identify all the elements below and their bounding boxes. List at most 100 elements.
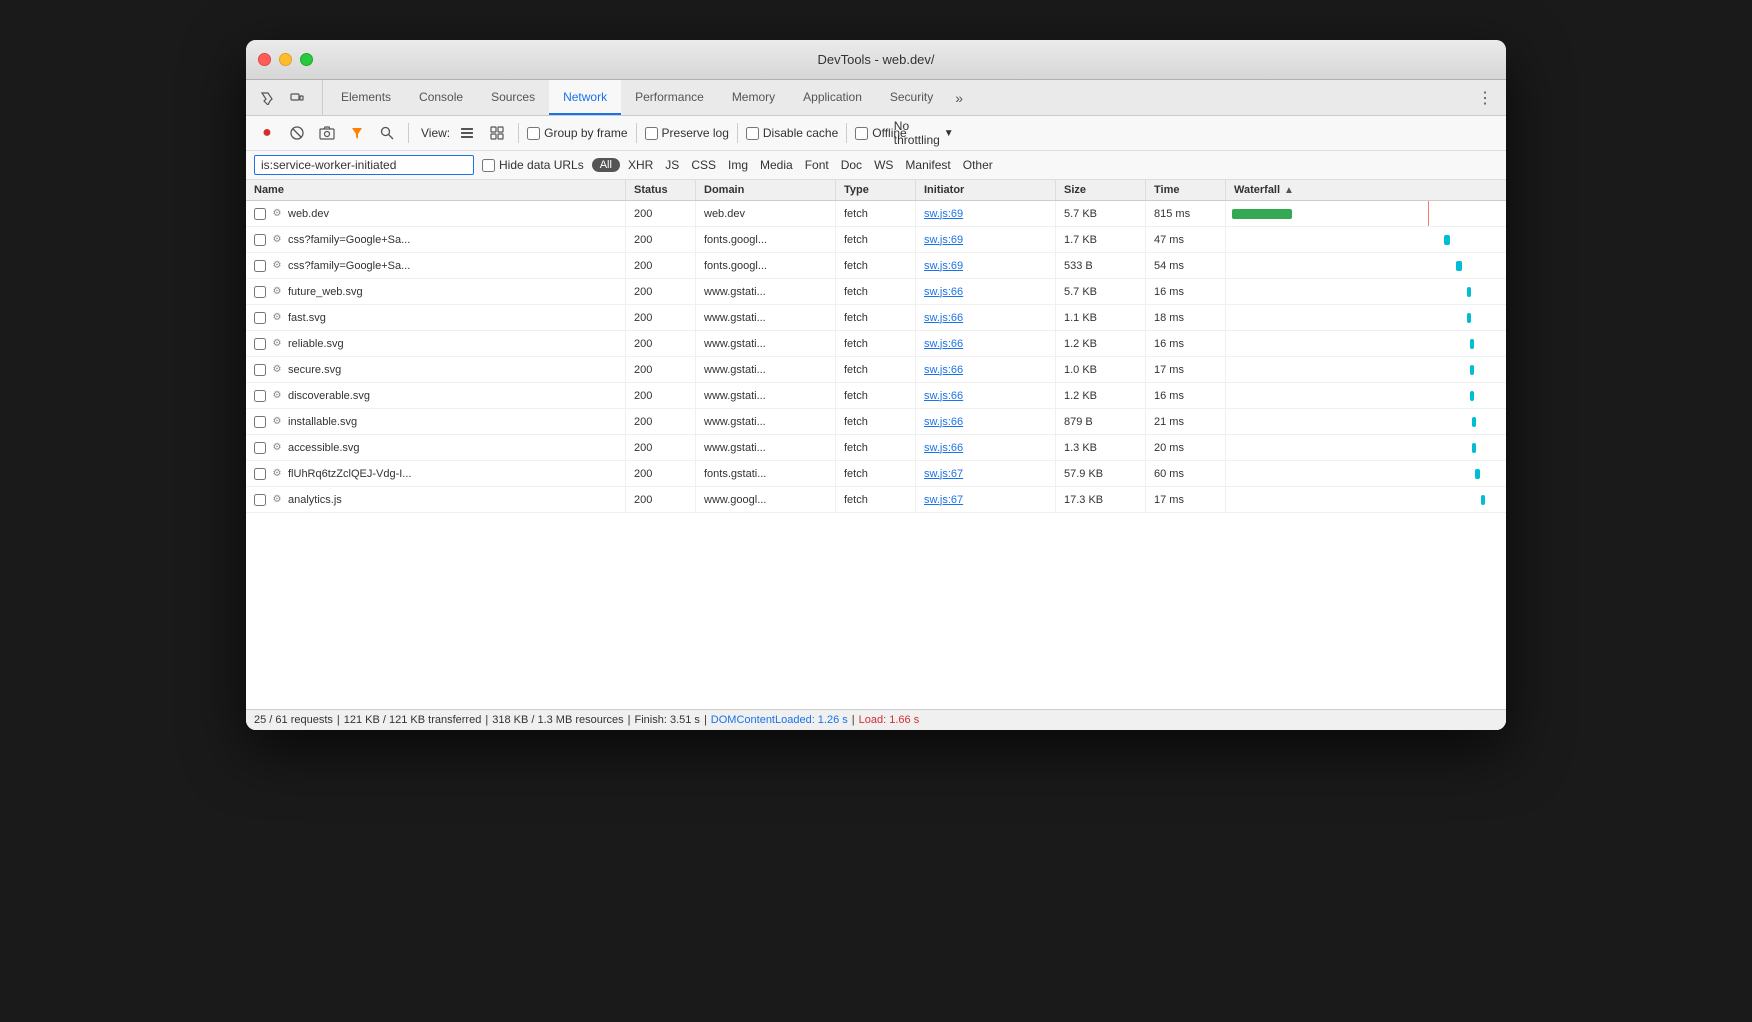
table-row[interactable]: ⚙ flUhRq6tzZclQEJ-Vdg-I... 200fonts.gsta…	[246, 461, 1506, 487]
filter-doc[interactable]: Doc	[837, 156, 866, 174]
cell-initiator[interactable]: sw.js:69	[916, 227, 1056, 252]
screenshot-button[interactable]	[314, 120, 340, 146]
record-button[interactable]: ●	[254, 120, 280, 146]
initiator-link[interactable]: sw.js:66	[924, 312, 963, 324]
disable-cache-checkbox[interactable]	[746, 127, 759, 140]
th-size[interactable]: Size	[1056, 180, 1146, 200]
close-button[interactable]	[258, 53, 271, 66]
tab-security[interactable]: Security	[876, 80, 947, 115]
table-row[interactable]: ⚙ secure.svg 200www.gstati...fetchsw.js:…	[246, 357, 1506, 383]
tab-sources[interactable]: Sources	[477, 80, 549, 115]
th-domain[interactable]: Domain	[696, 180, 836, 200]
filter-button[interactable]	[344, 120, 370, 146]
devtools-menu-button[interactable]: ⋮	[1472, 85, 1498, 111]
list-view-button[interactable]	[454, 120, 480, 146]
table-row[interactable]: ⚙ web.dev 200web.devfetchsw.js:695.7 KB8…	[246, 201, 1506, 227]
device-icon[interactable]	[284, 85, 310, 111]
table-row[interactable]: ⚙ installable.svg 200www.gstati...fetchs…	[246, 409, 1506, 435]
initiator-link[interactable]: sw.js:66	[924, 442, 963, 454]
filter-all[interactable]: All	[592, 158, 620, 172]
row-checkbox[interactable]	[254, 364, 266, 376]
preserve-log-toggle[interactable]: Preserve log	[645, 126, 729, 140]
filter-css[interactable]: CSS	[687, 156, 720, 174]
tab-application[interactable]: Application	[789, 80, 876, 115]
group-by-frame-toggle[interactable]: Group by frame	[527, 126, 627, 140]
row-checkbox[interactable]	[254, 416, 266, 428]
row-checkbox[interactable]	[254, 338, 266, 350]
hide-data-urls-toggle[interactable]: Hide data URLs	[482, 158, 584, 172]
filter-img[interactable]: Img	[724, 156, 752, 174]
minimize-button[interactable]	[279, 53, 292, 66]
row-checkbox[interactable]	[254, 390, 266, 402]
inspect-icon[interactable]	[254, 85, 280, 111]
hide-data-urls-checkbox[interactable]	[482, 159, 495, 172]
grouped-view-button[interactable]	[484, 120, 510, 146]
cell-initiator[interactable]: sw.js:69	[916, 201, 1056, 226]
cell-initiator[interactable]: sw.js:66	[916, 357, 1056, 382]
group-by-frame-checkbox[interactable]	[527, 127, 540, 140]
th-time[interactable]: Time	[1146, 180, 1226, 200]
cell-initiator[interactable]: sw.js:67	[916, 487, 1056, 512]
cell-initiator[interactable]: sw.js:66	[916, 331, 1056, 356]
filter-manifest[interactable]: Manifest	[901, 156, 954, 174]
initiator-link[interactable]: sw.js:66	[924, 364, 963, 376]
row-checkbox[interactable]	[254, 286, 266, 298]
table-row[interactable]: ⚙ reliable.svg 200www.gstati...fetchsw.j…	[246, 331, 1506, 357]
initiator-link[interactable]: sw.js:66	[924, 338, 963, 350]
th-name[interactable]: Name	[246, 180, 626, 200]
filter-input[interactable]	[254, 155, 474, 175]
clear-button[interactable]	[284, 120, 310, 146]
table-row[interactable]: ⚙ fast.svg 200www.gstati...fetchsw.js:66…	[246, 305, 1506, 331]
tab-performance[interactable]: Performance	[621, 80, 718, 115]
cell-initiator[interactable]: sw.js:66	[916, 305, 1056, 330]
filter-js[interactable]: JS	[661, 156, 683, 174]
search-button[interactable]	[374, 120, 400, 146]
throttle-select[interactable]: No throttling ▼	[911, 120, 937, 146]
tab-memory[interactable]: Memory	[718, 80, 789, 115]
tab-network[interactable]: Network	[549, 80, 621, 115]
tab-console[interactable]: Console	[405, 80, 477, 115]
cell-initiator[interactable]: sw.js:66	[916, 409, 1056, 434]
cell-initiator[interactable]: sw.js:66	[916, 435, 1056, 460]
disable-cache-toggle[interactable]: Disable cache	[746, 126, 838, 140]
row-checkbox[interactable]	[254, 208, 266, 220]
preserve-log-checkbox[interactable]	[645, 127, 658, 140]
initiator-link[interactable]: sw.js:66	[924, 416, 963, 428]
cell-initiator[interactable]: sw.js:69	[916, 253, 1056, 278]
cell-initiator[interactable]: sw.js:66	[916, 383, 1056, 408]
row-checkbox[interactable]	[254, 234, 266, 246]
filter-media[interactable]: Media	[756, 156, 797, 174]
table-row[interactable]: ⚙ css?family=Google+Sa... 200fonts.googl…	[246, 227, 1506, 253]
initiator-link[interactable]: sw.js:69	[924, 260, 963, 272]
filter-other[interactable]: Other	[959, 156, 997, 174]
th-status[interactable]: Status	[626, 180, 696, 200]
table-row[interactable]: ⚙ discoverable.svg 200www.gstati...fetch…	[246, 383, 1506, 409]
initiator-link[interactable]: sw.js:69	[924, 208, 963, 220]
th-type[interactable]: Type	[836, 180, 916, 200]
table-row[interactable]: ⚙ analytics.js 200www.googl...fetchsw.js…	[246, 487, 1506, 513]
filter-xhr[interactable]: XHR	[624, 156, 657, 174]
maximize-button[interactable]	[300, 53, 313, 66]
initiator-link[interactable]: sw.js:69	[924, 234, 963, 246]
cell-initiator[interactable]: sw.js:66	[916, 279, 1056, 304]
initiator-link[interactable]: sw.js:67	[924, 468, 963, 480]
th-waterfall[interactable]: Waterfall ▲	[1226, 180, 1506, 200]
filter-font[interactable]: Font	[801, 156, 833, 174]
table-row[interactable]: ⚙ future_web.svg 200www.gstati...fetchsw…	[246, 279, 1506, 305]
row-checkbox[interactable]	[254, 312, 266, 324]
row-checkbox[interactable]	[254, 494, 266, 506]
initiator-link[interactable]: sw.js:67	[924, 494, 963, 506]
offline-checkbox[interactable]	[855, 127, 868, 140]
row-checkbox[interactable]	[254, 260, 266, 272]
th-initiator[interactable]: Initiator	[916, 180, 1056, 200]
tab-elements[interactable]: Elements	[327, 80, 405, 115]
more-tabs-button[interactable]: »	[947, 80, 971, 115]
filter-ws[interactable]: WS	[870, 156, 897, 174]
initiator-link[interactable]: sw.js:66	[924, 390, 963, 402]
row-checkbox[interactable]	[254, 468, 266, 480]
table-row[interactable]: ⚙ accessible.svg 200www.gstati...fetchsw…	[246, 435, 1506, 461]
table-row[interactable]: ⚙ css?family=Google+Sa... 200fonts.googl…	[246, 253, 1506, 279]
cell-initiator[interactable]: sw.js:67	[916, 461, 1056, 486]
initiator-link[interactable]: sw.js:66	[924, 286, 963, 298]
row-checkbox[interactable]	[254, 442, 266, 454]
